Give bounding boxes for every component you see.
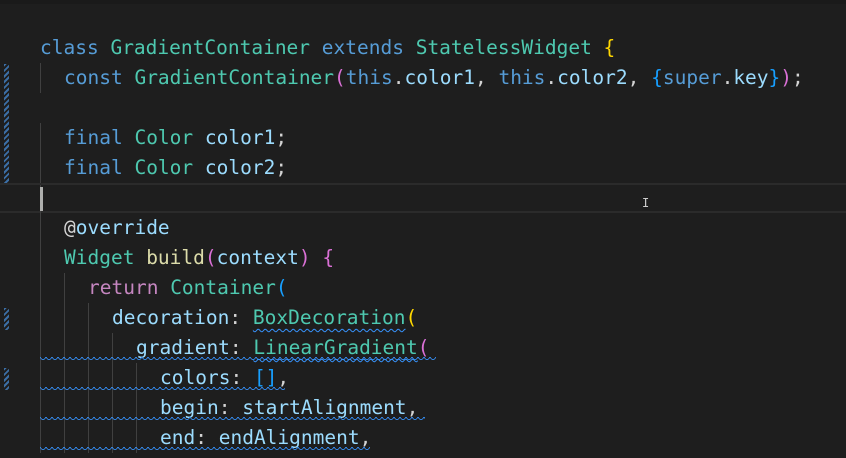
code-text[interactable]: class GradientContainer extends Stateles… bbox=[40, 33, 615, 63]
code-token: BoxDecoration bbox=[252, 306, 406, 329]
code-token: end bbox=[160, 426, 196, 449]
code-token: Container bbox=[170, 276, 276, 299]
error-squiggle bbox=[40, 417, 425, 423]
code-token: : bbox=[229, 306, 253, 329]
code-token: : bbox=[229, 336, 254, 359]
code-token: ) bbox=[780, 66, 793, 89]
code-token: begin bbox=[160, 396, 219, 419]
code-line[interactable] bbox=[0, 93, 846, 123]
text-cursor bbox=[40, 187, 43, 211]
code-line[interactable] bbox=[0, 183, 846, 215]
code-token: } bbox=[768, 66, 781, 89]
error-squiggle bbox=[40, 387, 285, 393]
code-token: const bbox=[64, 66, 135, 89]
code-token: this bbox=[345, 66, 393, 89]
code-token: , bbox=[359, 426, 372, 449]
code-line[interactable]: class GradientContainer extends Stateles… bbox=[0, 33, 846, 63]
code-token: ; bbox=[275, 156, 288, 179]
code-token: color2 bbox=[557, 66, 628, 89]
code-token: final bbox=[64, 126, 135, 149]
code-text[interactable]: decoration: BoxDecoration( bbox=[112, 303, 417, 333]
code-token: this bbox=[498, 66, 546, 89]
code-token: , bbox=[277, 366, 290, 389]
indent-guide bbox=[40, 303, 41, 333]
code-token: final bbox=[64, 156, 135, 179]
code-token: ) bbox=[298, 246, 311, 269]
code-editor[interactable]: class GradientContainer extends Stateles… bbox=[0, 0, 846, 458]
code-line[interactable]: return Container( bbox=[0, 273, 846, 303]
code-token: ( bbox=[417, 336, 430, 359]
code-token: , bbox=[474, 66, 499, 89]
code-token: decoration bbox=[112, 306, 230, 329]
code-token: { bbox=[651, 66, 663, 89]
code-token: Color bbox=[134, 126, 205, 149]
indent-guide bbox=[64, 273, 65, 303]
code-token: build bbox=[146, 246, 205, 269]
code-text[interactable]: final Color color1; bbox=[64, 123, 287, 153]
code-token: . bbox=[545, 66, 558, 89]
code-token: color2 bbox=[204, 156, 276, 179]
indent-guide bbox=[40, 63, 41, 93]
code-token: { bbox=[603, 36, 616, 59]
code-token: StatelessWidget bbox=[415, 36, 604, 59]
code-token: ( bbox=[334, 66, 346, 89]
editor-top-edge bbox=[0, 0, 846, 4]
code-token: startAlignment bbox=[242, 396, 407, 419]
code-token: extends bbox=[321, 36, 416, 59]
code-line[interactable]: decoration: BoxDecoration( bbox=[0, 303, 846, 333]
code-token: color1 bbox=[404, 66, 475, 89]
code-line[interactable]: Widget build(context) { bbox=[0, 243, 846, 273]
code-token: return bbox=[88, 276, 171, 299]
indent-guide bbox=[40, 123, 41, 153]
code-token: , bbox=[627, 66, 652, 89]
error-squiggle bbox=[40, 447, 370, 453]
code-token: ; bbox=[275, 126, 288, 149]
code-text[interactable]: return Container( bbox=[88, 273, 288, 303]
code-token: { bbox=[322, 246, 335, 269]
indent-guide bbox=[40, 273, 41, 303]
mouse-ibeam-cursor: I bbox=[642, 196, 650, 210]
code-token: ( bbox=[405, 306, 418, 329]
code-token: Color bbox=[134, 156, 205, 179]
code-token: . bbox=[392, 66, 405, 89]
code-token: colors bbox=[160, 366, 231, 389]
code-text[interactable]: const GradientContainer(this.color1, thi… bbox=[64, 63, 804, 93]
code-token: GradientContainer bbox=[134, 66, 335, 89]
code-token: gradient bbox=[136, 336, 230, 359]
code-token: ( bbox=[204, 246, 217, 269]
code-token: . bbox=[721, 66, 734, 89]
code-token: class bbox=[40, 36, 111, 59]
code-token: [] bbox=[253, 366, 278, 389]
code-token: Widget bbox=[64, 246, 147, 269]
indent-guide bbox=[40, 153, 41, 183]
code-line[interactable]: final Color color1; bbox=[0, 123, 846, 153]
code-token: : bbox=[218, 396, 243, 419]
code-line[interactable]: final Color color2; bbox=[0, 153, 846, 183]
code-token: GradientContainer bbox=[110, 36, 322, 59]
code-text[interactable]: @override bbox=[64, 213, 170, 243]
code-token: : bbox=[230, 366, 254, 389]
code-token: endAlignment bbox=[218, 426, 360, 449]
code-token: super bbox=[662, 66, 722, 89]
code-token: : bbox=[195, 426, 219, 449]
code-token: context bbox=[216, 246, 299, 269]
code-text[interactable]: Widget build(context) { bbox=[64, 243, 334, 273]
indent-guide bbox=[40, 213, 41, 243]
code-line[interactable]: const GradientContainer(this.color1, thi… bbox=[0, 63, 846, 93]
indent-guide bbox=[40, 243, 41, 273]
indent-guide bbox=[64, 303, 65, 333]
code-token: ; bbox=[792, 66, 804, 89]
code-line[interactable]: @override bbox=[0, 213, 846, 243]
code-token: @ bbox=[64, 216, 76, 239]
code-token: LinearGradient bbox=[253, 336, 418, 359]
indent-guide bbox=[88, 303, 89, 333]
code-token: ( bbox=[275, 276, 288, 299]
code-text[interactable]: final Color color2; bbox=[64, 153, 287, 183]
error-squiggle bbox=[40, 357, 436, 363]
code-token: key bbox=[733, 66, 769, 89]
code-token: color1 bbox=[204, 126, 276, 149]
code-token: override bbox=[75, 216, 170, 239]
code-token: , bbox=[406, 396, 419, 419]
